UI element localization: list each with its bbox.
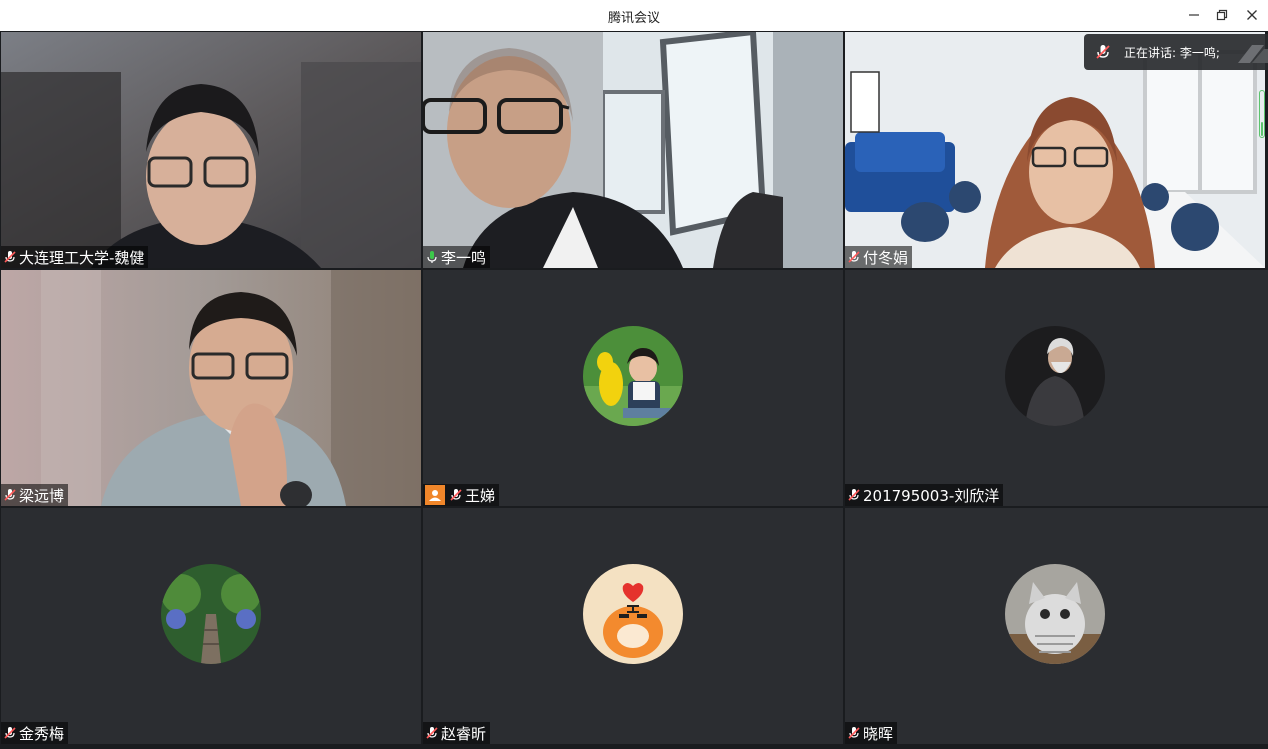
- volume-level: [1261, 122, 1263, 136]
- speaking-indicator[interactable]: 正在讲话: 李一鸣;: [1084, 34, 1268, 70]
- participant-avatar: [161, 564, 261, 664]
- restore-button[interactable]: [1209, 3, 1235, 27]
- participant-nameplate: 赵睿昕: [423, 722, 491, 744]
- mic-muted-icon: [4, 251, 16, 263]
- participant-name: 梁远博: [19, 486, 65, 505]
- participant-name: 赵睿昕: [441, 724, 487, 743]
- participant-video: [1, 270, 421, 506]
- participant-avatar: [1005, 326, 1105, 426]
- participant-tile[interactable]: 大连理工大学-魏健: [1, 32, 421, 268]
- restore-icon: [1216, 9, 1228, 21]
- participant-tile[interactable]: 赵睿昕: [423, 508, 843, 744]
- video-grid: 大连理工大学-魏健 李一鸣 付冬娟 梁远博 王娣 201795003-刘欣洋 金…: [0, 31, 1268, 749]
- participant-avatar: [1005, 564, 1105, 664]
- participant-name: 金秀梅: [19, 724, 65, 743]
- title-bar: 腾讯会议: [0, 0, 1268, 32]
- mic-active-icon: [427, 251, 437, 263]
- mic-muted-icon: [848, 727, 860, 739]
- mic-muted-icon: [1096, 45, 1110, 59]
- participant-nameplate: 晓晖: [845, 722, 898, 744]
- participant-tile[interactable]: 201795003-刘欣洋: [845, 270, 1268, 506]
- participant-nameplate: 大连理工大学-魏健: [1, 246, 149, 268]
- grip-icon[interactable]: [1234, 41, 1268, 63]
- participant-nameplate: 金秀梅: [1, 722, 69, 744]
- participant-name: 付冬娟: [863, 248, 909, 267]
- mic-muted-icon: [450, 489, 462, 501]
- mic-muted-icon: [4, 727, 16, 739]
- mic-muted-icon: [426, 727, 438, 739]
- minimize-icon: [1189, 14, 1199, 16]
- minimize-button[interactable]: [1181, 3, 1207, 27]
- participant-name: 晓晖: [863, 724, 894, 743]
- participant-nameplate: 付冬娟: [845, 246, 913, 268]
- close-button[interactable]: [1239, 3, 1265, 27]
- speaking-label: 正在讲话: 李一鸣;: [1124, 45, 1220, 60]
- close-icon: [1247, 10, 1257, 20]
- participant-name: 王娣: [465, 486, 496, 505]
- user-badge-icon: [425, 485, 445, 505]
- participant-nameplate: 王娣: [423, 484, 500, 506]
- window-title: 腾讯会议: [607, 11, 660, 26]
- participant-tile[interactable]: 晓晖: [845, 508, 1268, 744]
- participant-tile[interactable]: 金秀梅: [1, 508, 421, 744]
- participant-name: 201795003-刘欣洋: [863, 486, 1000, 505]
- participant-tile[interactable]: 王娣: [423, 270, 843, 506]
- mic-muted-icon: [4, 489, 16, 501]
- volume-meter: [1259, 90, 1265, 138]
- mic-muted-icon: [848, 489, 860, 501]
- participant-avatar: [583, 564, 683, 664]
- participant-tile[interactable]: 梁远博: [1, 270, 421, 506]
- participant-name: 大连理工大学-魏健: [19, 248, 145, 267]
- mic-muted-icon: [848, 251, 860, 263]
- participant-video: [423, 32, 843, 268]
- participant-tile-speaking[interactable]: 李一鸣: [423, 32, 843, 268]
- participant-nameplate: 李一鸣: [423, 246, 491, 268]
- participant-name: 李一鸣: [441, 248, 487, 267]
- participant-avatar: [583, 326, 683, 426]
- participant-nameplate: 201795003-刘欣洋: [845, 484, 1004, 506]
- participant-video: [1, 32, 421, 268]
- participant-nameplate: 梁远博: [1, 484, 69, 506]
